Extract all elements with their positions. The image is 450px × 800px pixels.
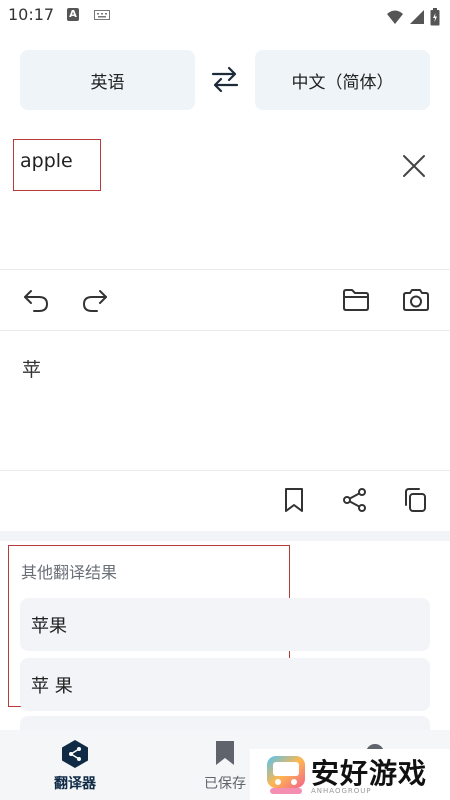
share-icon[interactable] [342, 487, 368, 513]
nav-item-label: 翻译器 [54, 776, 96, 792]
folder-icon[interactable] [342, 288, 370, 312]
bookmark-icon [216, 741, 234, 765]
divider [0, 470, 450, 471]
target-language-label: 中文（简体） [291, 72, 394, 93]
alternative-item[interactable]: 苹 果 [20, 658, 430, 711]
section-separator [0, 531, 450, 541]
camera-icon[interactable] [401, 287, 431, 313]
signal-icon [409, 9, 424, 24]
target-language-button[interactable]: 中文（简体） [255, 50, 430, 110]
swap-languages-icon[interactable] [207, 64, 243, 94]
divider [0, 269, 450, 270]
battery-icon [430, 7, 440, 25]
source-language-label: 英语 [90, 72, 125, 93]
source-language-button[interactable]: 英语 [20, 50, 195, 110]
alternative-item[interactable]: 苹果 [20, 598, 430, 651]
undo-icon[interactable] [22, 287, 50, 313]
translation-result-text: 苹 [22, 359, 42, 381]
copy-icon[interactable] [403, 487, 427, 513]
divider [0, 330, 450, 331]
nav-item-translator[interactable]: 翻译器 [20, 735, 130, 795]
gamepad-logo-icon [267, 756, 305, 794]
wifi-icon [386, 10, 403, 24]
status-indicators [386, 6, 440, 26]
text-a-icon: A [67, 8, 79, 21]
status-bar: 10:17 A [0, 0, 450, 32]
watermark-text: 安好游戏 [311, 757, 428, 790]
keyboard-icon [94, 10, 110, 20]
alternatives-heading: 其他翻译结果 [21, 563, 118, 582]
alternative-item-label: 苹 果 [31, 675, 73, 697]
translator-icon [62, 740, 88, 768]
redo-icon[interactable] [81, 287, 109, 313]
bookmark-icon[interactable] [283, 487, 305, 513]
source-text: apple [20, 150, 73, 172]
close-icon[interactable] [402, 154, 426, 178]
status-time: 10:17 [8, 5, 55, 24]
watermark-subtext: ANHAOGROUP [311, 787, 372, 795]
alternative-item-label: 苹果 [31, 615, 67, 637]
